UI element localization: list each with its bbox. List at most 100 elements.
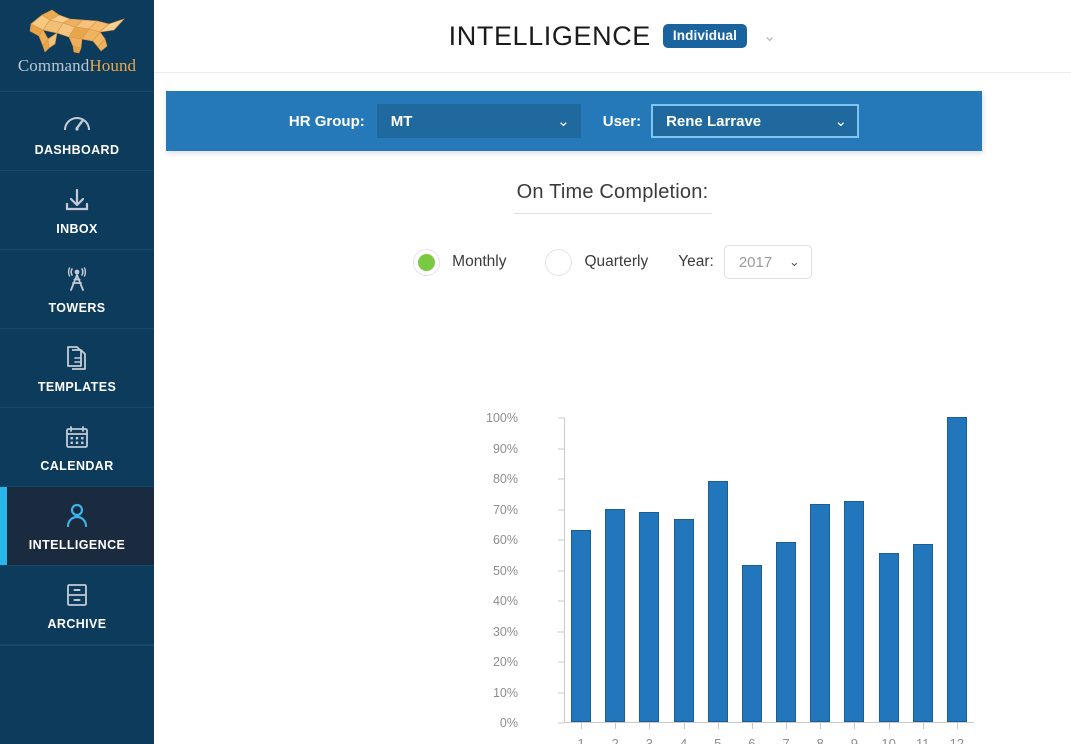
chart-bar[interactable] [707,481,728,722]
user-select[interactable]: Rene Larrave ⌄ [651,104,860,138]
y-axis-tick-mark [558,448,564,449]
x-axis-tick-mark [922,723,924,729]
year-value: 2017 [738,253,773,271]
calendar-icon [64,422,90,452]
chart-bar[interactable] [878,552,899,722]
x-axis-tick-mark [615,723,617,729]
chart-bar[interactable] [844,500,865,722]
chevron-down-icon: ⌄ [788,254,800,269]
y-axis-line [564,418,565,723]
on-time-completion-chart: 0% 10% 20% 30% 40% 50% 60% 70% 80% 90% 100% 123456… [486,398,976,744]
y-axis-tick-mark [558,631,564,632]
radio-quarterly-label[interactable]: Quarterly [584,253,648,271]
sidebar-item-towers[interactable]: TOWERS [0,250,154,329]
sidebar-item-dashboard[interactable]: DASHBOARD [0,92,154,171]
top-header: INTELLIGENCE Individual ⌄ [154,0,1071,73]
radio-monthly-label[interactable]: Monthly [452,253,506,271]
x-axis-tick-label: 1 [577,736,585,744]
chart-bar[interactable] [810,503,831,722]
y-axis-tick-label: 0% [499,716,518,730]
sidebar-item-label: DASHBOARD [34,142,120,157]
brand-name-part1: Command [17,56,90,75]
dog-logo-icon [29,9,125,54]
brand-wordmark: CommandHound [18,57,136,74]
main-area: INTELLIGENCE Individual ⌄ HR Group: MT ⌄… [154,0,1071,744]
year-select[interactable]: 2017 ⌄ [723,245,812,279]
x-axis-tick-mark [683,723,685,729]
y-axis-tick-mark [558,722,564,724]
x-axis-tick-label: 7 [782,736,790,744]
hr-group-label: HR Group: [288,112,365,130]
radio-monthly-dot [418,253,436,271]
chart-bar[interactable] [639,511,660,722]
chart-bar[interactable] [776,542,797,722]
chart-bar[interactable] [673,519,694,722]
x-axis-tick-mark [717,723,719,729]
radio-quarterly-dot [550,254,567,271]
x-axis-tick-mark [751,723,753,729]
y-axis-tick-mark [558,661,564,663]
page-title: INTELLIGENCE [448,20,651,51]
chart-bar[interactable] [605,508,626,722]
year-label: Year: [678,253,714,270]
sidebar-item-archive[interactable]: ARCHIVE [0,566,154,645]
x-axis-tick-mark [854,723,856,729]
divider [513,213,712,214]
archive-drawer-icon [64,580,90,610]
chart-bar[interactable] [741,564,762,722]
brand-name-part2: Hound [89,56,137,75]
chart-bar[interactable] [946,417,967,722]
y-axis-tick-mark [558,539,564,541]
documents-icon [63,343,91,373]
user-label: User: [602,112,642,130]
y-axis-tick-label: 30% [492,624,518,639]
chart-plot-area: 1 2 3 4 5 6 7 8 9 10 11 12 [558,417,974,744]
gauge-icon [62,106,92,136]
sidebar-item-inbox[interactable]: INBOX [0,171,154,250]
x-axis-tick-mark [581,723,583,729]
y-axis-tick-mark [558,570,564,571]
x-axis-tick-mark [649,723,651,729]
y-axis-tick-mark [558,478,564,480]
chevron-down-icon: ⌄ [834,113,848,130]
radio-monthly[interactable] [413,248,441,276]
y-axis-tick-label: 80% [492,472,518,486]
y-axis-tick-label: 20% [492,655,518,669]
sidebar-item-label: TOWERS [48,300,106,315]
chart-bar[interactable] [571,529,592,722]
x-axis-tick-mark [956,723,958,729]
status-badge[interactable]: Individual [662,24,747,48]
y-axis-tick-label: 40% [492,594,518,608]
x-axis-tick-label: 8 [816,736,824,744]
brand-logo[interactable]: CommandHound [0,0,154,92]
tower-icon [63,264,91,294]
x-axis-line [564,722,974,723]
sidebar-item-intelligence[interactable]: INTELLIGENCE [0,487,154,566]
x-axis-tick-label: 12 [949,736,965,744]
sidebar-item-label: INBOX [56,221,98,236]
y-axis-tick-label: 90% [492,441,518,456]
hr-group-select[interactable]: MT ⌄ [376,104,581,138]
sidebar-item-templates[interactable]: TEMPLATES [0,329,154,408]
y-axis-tick-label: 60% [492,533,518,547]
x-axis-tick-label: 5 [714,736,722,744]
y-axis-tick-label: 10% [492,685,518,700]
x-axis-tick-mark [786,723,788,729]
y-axis-tick-mark [558,509,564,510]
y-axis-tick-label: 50% [492,563,518,578]
y-axis-tick-label: 100% [486,411,518,425]
x-axis-tick-label: 3 [645,736,654,744]
chevron-down-icon[interactable]: ⌄ [763,26,776,46]
x-axis-tick-label: 10 [881,736,896,744]
radio-quarterly[interactable] [545,248,573,276]
x-axis-tick-label: 11 [916,736,930,744]
person-icon [63,501,91,531]
sidebar-item-calendar[interactable]: CALENDAR [0,408,154,487]
x-axis-tick-label: 6 [748,736,756,744]
sidebar-item-label: TEMPLATES [37,379,117,394]
x-axis-tick-mark [888,723,890,729]
sidebar-item-label: ARCHIVE [47,616,107,631]
period-controls: Monthly Quarterly Year: 2017 ⌄ [154,245,1071,279]
chart-bar[interactable] [912,543,933,722]
x-axis-tick-label: 2 [611,736,619,744]
